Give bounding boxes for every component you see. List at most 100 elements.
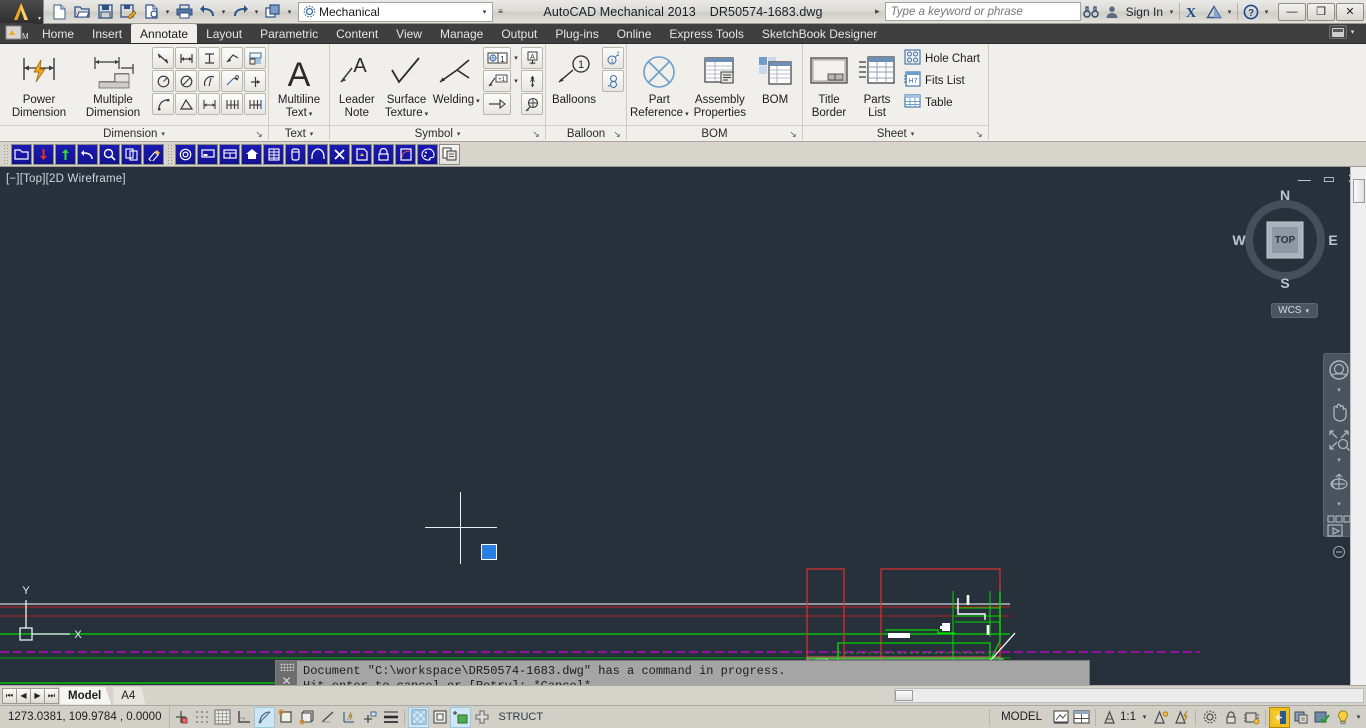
- annotation-scale-caret[interactable]: ▾: [1139, 706, 1150, 728]
- close-button[interactable]: ✕: [1336, 2, 1364, 21]
- undo-toolbar-button[interactable]: [77, 143, 98, 165]
- minimize-button[interactable]: —: [1278, 2, 1306, 21]
- dim-arc-symmetric-button[interactable]: [152, 93, 174, 115]
- help-icon[interactable]: ?: [1240, 1, 1261, 23]
- dim-chain-button[interactable]: [244, 93, 266, 115]
- close-x-button[interactable]: [329, 143, 350, 165]
- edge-symbol-button[interactable]: +1: [483, 70, 512, 92]
- toolbar-grip-1[interactable]: [3, 144, 9, 164]
- zoom-extents-icon[interactable]: [1327, 428, 1351, 455]
- tab-express-tools[interactable]: Express Tools: [660, 24, 752, 43]
- dim-jogged-button[interactable]: [221, 70, 243, 92]
- redo-caret[interactable]: ▾: [252, 1, 261, 22]
- help-caret[interactable]: ▾: [1261, 1, 1272, 23]
- restore-button[interactable]: ❐: [1307, 2, 1335, 21]
- steering-wheel-icon[interactable]: [1327, 358, 1351, 385]
- window-button[interactable]: [219, 143, 240, 165]
- spring-button[interactable]: [307, 143, 328, 165]
- palette-button[interactable]: [417, 143, 438, 165]
- dynamic-input-toggle[interactable]: [359, 707, 380, 728]
- hole-chart-button[interactable]: Hole Chart: [901, 48, 986, 69]
- plot-preview-caret[interactable]: ▾: [163, 1, 172, 22]
- assembly-properties-button[interactable]: Assembly Properties: [690, 47, 751, 120]
- balloon-dialog-launcher[interactable]: ↘: [612, 129, 622, 139]
- paint-button[interactable]: [143, 143, 164, 165]
- save-button[interactable]: [94, 1, 116, 22]
- sheet-dialog-launcher[interactable]: ↘: [974, 129, 984, 139]
- chevron-down-icon[interactable]: ▾: [911, 130, 915, 138]
- table-button[interactable]: Table: [901, 92, 986, 113]
- bom-button[interactable]: BOM: [750, 47, 800, 108]
- tab-sketchbook-designer[interactable]: SketchBook Designer: [753, 24, 886, 43]
- sign-in-caret[interactable]: ▾: [1166, 1, 1177, 23]
- parts-list-button[interactable]: Parts List: [853, 47, 901, 120]
- application-menu-button[interactable]: ▾: [0, 0, 44, 24]
- view-cube[interactable]: TOP N S E W: [1229, 182, 1341, 294]
- workspace-switch-button[interactable]: [1199, 707, 1220, 728]
- transparency-toggle[interactable]: [408, 706, 430, 728]
- plot-preview-button[interactable]: [140, 1, 162, 22]
- dim-vertical-button[interactable]: [198, 47, 220, 69]
- renumber-balloon-button[interactable]: [602, 70, 624, 92]
- lock-button[interactable]: [373, 143, 394, 165]
- last-layout-button[interactable]: ⏭: [44, 687, 59, 704]
- home-button[interactable]: [241, 143, 262, 165]
- part-reference-button[interactable]: Part Reference ▾: [629, 47, 690, 122]
- undo-caret[interactable]: ▾: [219, 1, 228, 22]
- navbar-collapse-icon[interactable]: [1332, 545, 1346, 565]
- scrollbar-thumb[interactable]: [1353, 179, 1365, 203]
- status-overflow-caret[interactable]: ▾: [1353, 706, 1364, 728]
- chevron-down-icon[interactable]: ▾: [310, 130, 314, 138]
- plot-button[interactable]: [173, 1, 195, 22]
- auto-balloon-button[interactable]: 12: [602, 47, 624, 69]
- viewport-config-button[interactable]: [1071, 707, 1092, 728]
- search-binoculars-icon[interactable]: [1081, 1, 1102, 23]
- panel-label-bom[interactable]: BOM ↘: [627, 125, 802, 142]
- steering-wheel-caret[interactable]: ▾: [1337, 386, 1341, 394]
- polar-tracking-toggle[interactable]: [254, 706, 276, 728]
- table-toolbar-button[interactable]: [263, 143, 284, 165]
- dim-stacked-button[interactable]: [244, 47, 266, 69]
- leader-note-button[interactable]: A Leader Note: [332, 47, 382, 120]
- command-window-grip[interactable]: [279, 663, 294, 671]
- object-snap-tracking-toggle[interactable]: [317, 707, 338, 728]
- snap-mode-toggle[interactable]: [191, 707, 212, 728]
- coordinates-display[interactable]: 1273.0381, 109.9784 , 0.0000: [0, 706, 171, 728]
- annotation-scale-value[interactable]: 1:1: [1120, 711, 1139, 723]
- taper-symbol-button[interactable]: A: [521, 70, 544, 92]
- tab-insert[interactable]: Insert: [83, 24, 131, 43]
- tab-online[interactable]: Online: [608, 24, 661, 43]
- feature-control-frame-caret[interactable]: ▾: [512, 47, 520, 69]
- command-window[interactable]: ✕ Document "C:\workspace\DR50574-1683.dw…: [275, 660, 1090, 685]
- pan-hand-icon[interactable]: [1327, 400, 1351, 427]
- lock-ui-button[interactable]: [1220, 707, 1241, 728]
- 3d-object-snap-toggle[interactable]: [296, 707, 317, 728]
- graphics-button[interactable]: [1290, 707, 1311, 728]
- hardware-accel-button[interactable]: [1241, 707, 1262, 728]
- chevron-down-icon[interactable]: ▾: [457, 130, 461, 138]
- close-icon[interactable]: ✕: [281, 675, 291, 685]
- save-as-button[interactable]: [117, 1, 139, 22]
- lineweight-toggle[interactable]: [380, 707, 401, 728]
- dynamic-ucs-toggle[interactable]: [338, 707, 359, 728]
- dim-angular-button[interactable]: [175, 93, 197, 115]
- dim-angle-leader-button[interactable]: [221, 47, 243, 69]
- vertical-scrollbar[interactable]: [1350, 167, 1366, 685]
- dim-linear-button[interactable]: [175, 47, 197, 69]
- publish-button[interactable]: [262, 1, 284, 22]
- power-circle-button[interactable]: [175, 143, 196, 165]
- open-drawing-button[interactable]: [11, 143, 32, 165]
- sheet-button[interactable]: [351, 143, 372, 165]
- extract-up-button[interactable]: [55, 143, 76, 165]
- grid-display-toggle[interactable]: [212, 707, 233, 728]
- show-motion-icon[interactable]: [1326, 514, 1352, 543]
- fits-list-button[interactable]: H7 Fits List: [901, 70, 986, 91]
- drawing-canvas[interactable]: [−][Top][2D Wireframe] — ▭ ✕: [0, 167, 1366, 685]
- panel-label-text[interactable]: Text ▾: [269, 125, 329, 142]
- model-space-button[interactable]: MODEL: [993, 711, 1050, 723]
- insert-down-button[interactable]: [33, 143, 54, 165]
- multiple-dimension-button[interactable]: Multiple Dimension: [76, 47, 150, 120]
- ribbon-display-caret[interactable]: ▾: [1347, 21, 1358, 43]
- panel-label-balloon[interactable]: Balloon ↘: [546, 125, 626, 142]
- layer-manager-button[interactable]: [439, 143, 460, 165]
